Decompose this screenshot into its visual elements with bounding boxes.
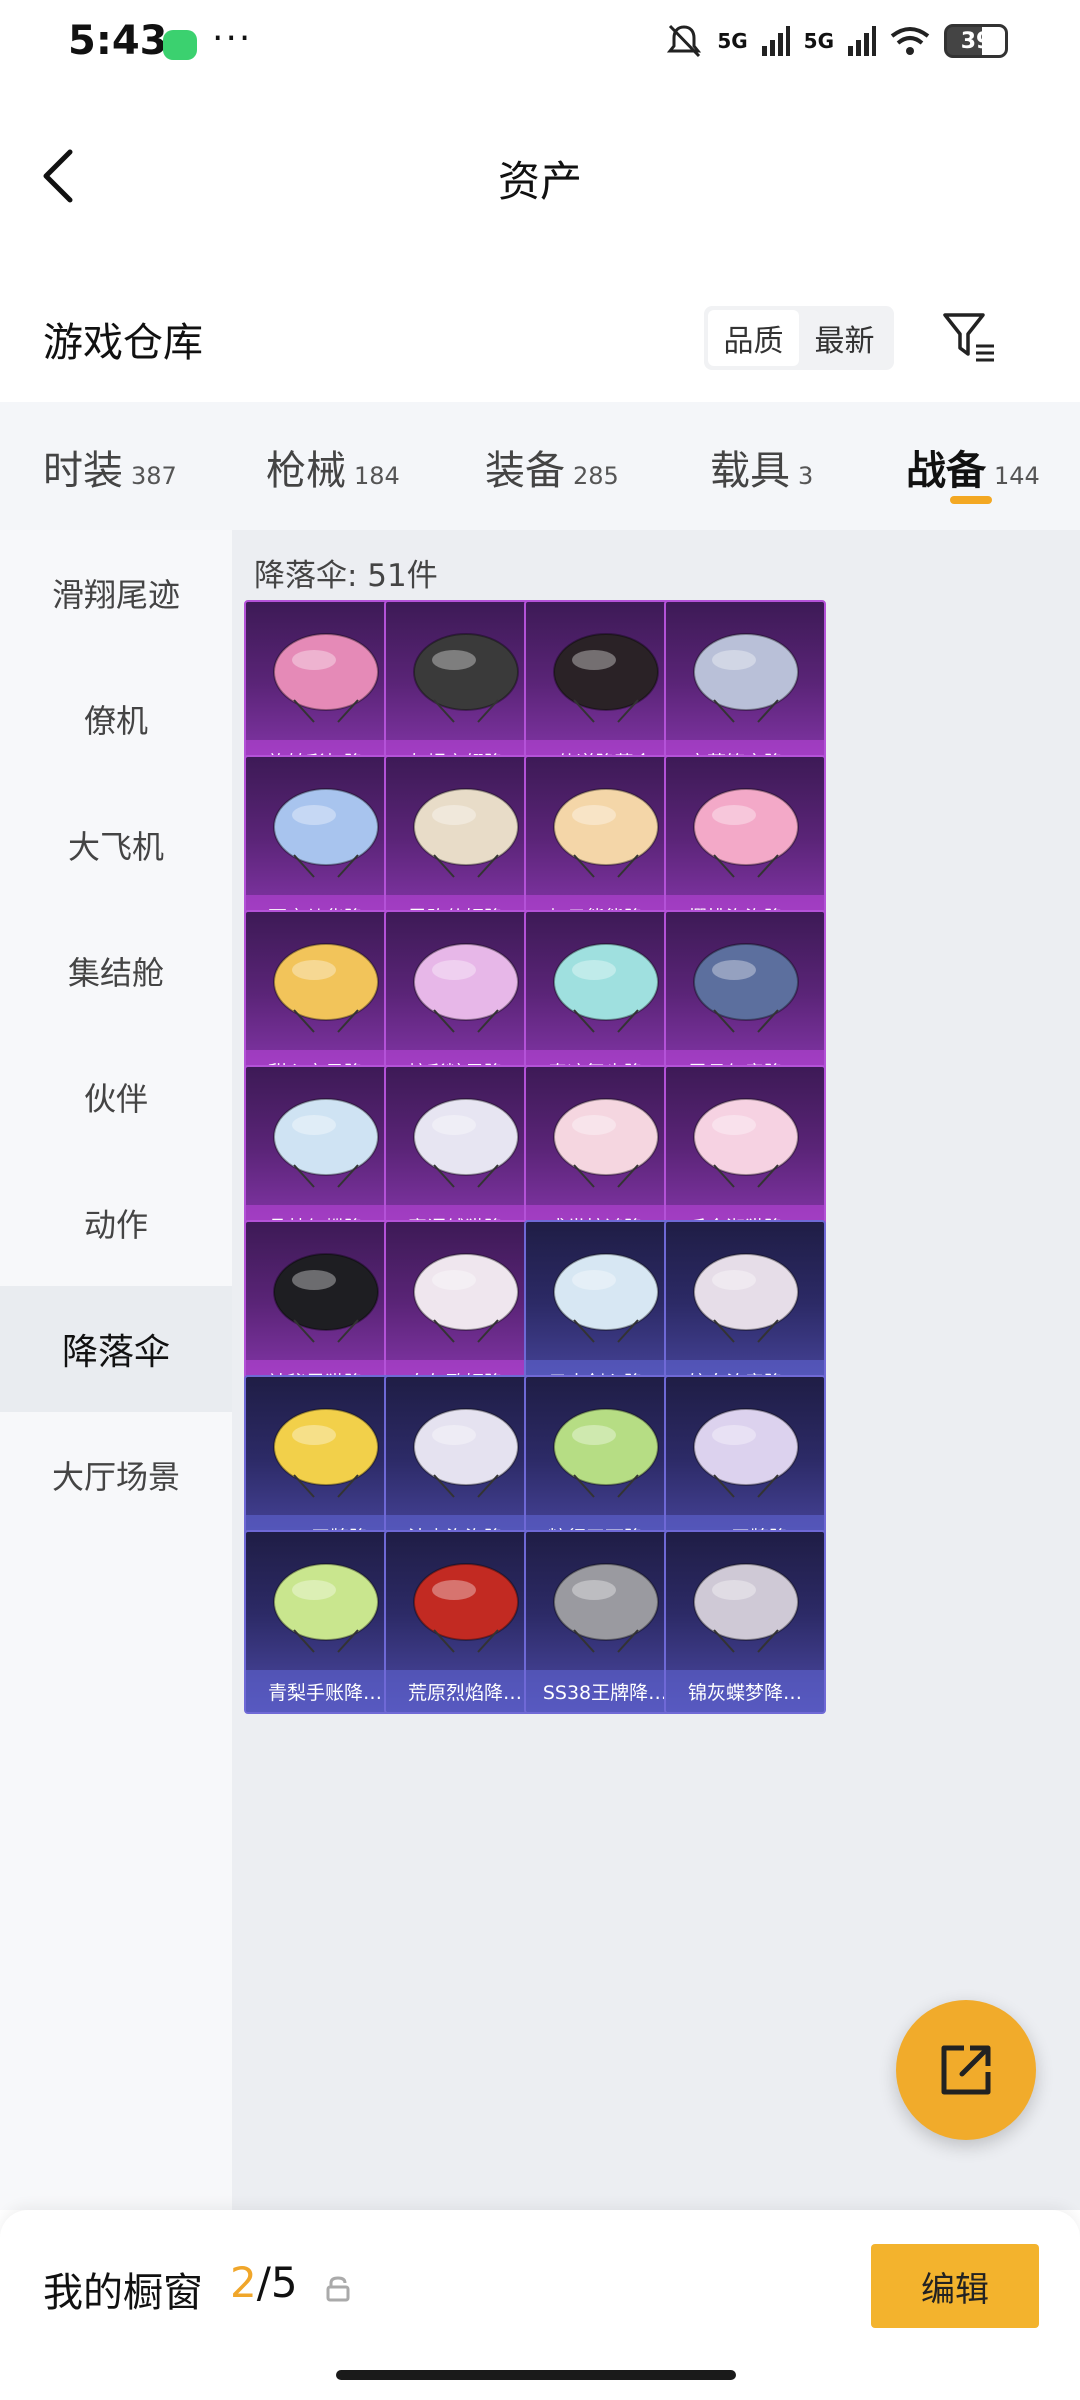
home-indicator[interactable] — [336, 2370, 736, 2380]
category-tabs: 时装 387 枪械 184 装备 285 载具 3 战备 144 — [0, 402, 1080, 530]
item-grid: 降落伞: 51件 旋转彩虹降…灰烬之翎降…仙逆降落伞夜莺箴言降…百变纱华降…灵驹… — [232, 530, 1080, 2210]
page-title: 资产 — [497, 157, 582, 206]
parachute-icon — [413, 633, 519, 723]
subcategory-sidebar: 滑翔尾迹 僚机 大飞机 集结舱 伙伴 动作 降落伞 大厅场景 — [0, 530, 232, 2210]
status-time: 5:43 — [68, 18, 168, 64]
signal-5g-label-2: 5G — [803, 29, 834, 53]
tab-count: 3 — [798, 462, 814, 490]
parachute-icon — [553, 788, 659, 878]
sort-toggle: 品质 最新 — [704, 306, 894, 370]
tab-count: 285 — [573, 462, 619, 490]
parachute-icon — [273, 1253, 379, 1343]
parachute-icon — [693, 943, 799, 1033]
tab-weapons[interactable]: 枪械 184 — [266, 438, 400, 496]
parachute-icon — [273, 788, 379, 878]
showcase-label: 我的橱窗 — [43, 2270, 203, 2316]
tab-count: 387 — [131, 462, 177, 490]
parachute-icon — [553, 1563, 659, 1653]
edit-button[interactable]: 编辑 — [871, 2244, 1039, 2328]
showcase-total: /5 — [256, 2258, 298, 2307]
parachute-icon — [553, 1098, 659, 1188]
parachute-icon — [553, 633, 659, 723]
sidebar-item-wingman[interactable]: 僚机 — [0, 656, 232, 782]
sidebar-item-glide-trail[interactable]: 滑翔尾迹 — [0, 530, 232, 656]
sidebar-item-airplane[interactable]: 大飞机 — [0, 782, 232, 908]
tab-label: 装备 — [485, 448, 565, 494]
parachute-icon — [413, 1408, 519, 1498]
item-card[interactable]: 荒原烈焰降… — [384, 1530, 546, 1714]
tab-label: 时装 — [43, 448, 123, 494]
section-title: 游戏仓库 — [43, 320, 203, 366]
active-tab-indicator — [950, 496, 992, 504]
parachute-icon — [273, 943, 379, 1033]
parachute-icon — [553, 1408, 659, 1498]
tab-count: 144 — [994, 462, 1040, 490]
tab-fashion[interactable]: 时装 387 — [43, 438, 177, 496]
parachute-icon — [693, 788, 799, 878]
parachute-icon — [553, 943, 659, 1033]
signal-5g-label-1: 5G — [717, 29, 748, 53]
showcase-count: 2/5 — [230, 2258, 298, 2307]
sort-by-quality[interactable]: 品质 — [708, 310, 799, 366]
parachute-icon — [413, 788, 519, 878]
tab-readiness[interactable]: 战备 144 — [906, 438, 1040, 496]
sidebar-item-emote[interactable]: 动作 — [0, 1160, 232, 1286]
item-name: 青梨手账降… — [246, 1670, 404, 1712]
wifi-icon — [890, 27, 930, 55]
mute-icon — [667, 24, 702, 58]
item-name: SS38王牌降… — [526, 1670, 684, 1712]
sidebar-item-assembly-pod[interactable]: 集结舱 — [0, 908, 232, 1034]
lock-icon — [326, 2276, 350, 2302]
parachute-icon — [693, 633, 799, 723]
parachute-icon — [273, 1098, 379, 1188]
filter-icon[interactable] — [942, 312, 996, 362]
parachute-icon — [413, 1098, 519, 1188]
item-card[interactable]: 青梨手账降… — [244, 1530, 406, 1714]
status-bar: 5:43 ··· 5G 5G 39 — [0, 0, 1080, 92]
tab-vehicles[interactable]: 载具 3 — [710, 438, 813, 496]
signal-bars-icon-2 — [848, 26, 876, 56]
sidebar-item-parachute[interactable]: 降落伞 — [0, 1286, 232, 1412]
share-icon — [941, 2045, 991, 2095]
parachute-icon — [413, 943, 519, 1033]
sidebar-item-lobby-scene[interactable]: 大厅场景 — [0, 1412, 232, 1538]
parachute-icon — [413, 1563, 519, 1653]
tab-equipment[interactable]: 装备 285 — [485, 438, 619, 496]
tab-label: 枪械 — [266, 448, 346, 494]
item-name: 锦灰蝶梦降… — [666, 1670, 824, 1712]
showcase-current: 2 — [230, 2258, 257, 2307]
parachute-icon — [693, 1098, 799, 1188]
sidebar-item-companion[interactable]: 伙伴 — [0, 1034, 232, 1160]
grid-header: 降落伞: 51件 — [254, 558, 438, 594]
share-button[interactable] — [896, 2000, 1036, 2140]
parachute-icon — [273, 1563, 379, 1653]
sort-by-latest[interactable]: 最新 — [799, 310, 890, 366]
tab-label: 载具 — [710, 448, 790, 494]
parachute-icon — [693, 1563, 799, 1653]
message-notification-icon — [163, 30, 197, 60]
more-notifications-icon: ··· — [212, 18, 253, 59]
parachute-icon — [413, 1253, 519, 1343]
signal-bars-icon — [761, 26, 790, 56]
item-card[interactable]: 锦灰蝶梦降… — [664, 1530, 826, 1714]
parachute-icon — [553, 1253, 659, 1343]
parachute-icon — [273, 633, 379, 723]
battery-icon: 39 — [944, 24, 1008, 58]
status-indicators: 5G 5G 39 — [665, 22, 1008, 60]
tab-label: 战备 — [906, 448, 986, 494]
parachute-icon — [273, 1408, 379, 1498]
parachute-icon — [693, 1253, 799, 1343]
tab-count: 184 — [354, 462, 400, 490]
parachute-icon — [693, 1408, 799, 1498]
item-card[interactable]: SS38王牌降… — [524, 1530, 686, 1714]
item-name: 荒原烈焰降… — [386, 1670, 544, 1712]
